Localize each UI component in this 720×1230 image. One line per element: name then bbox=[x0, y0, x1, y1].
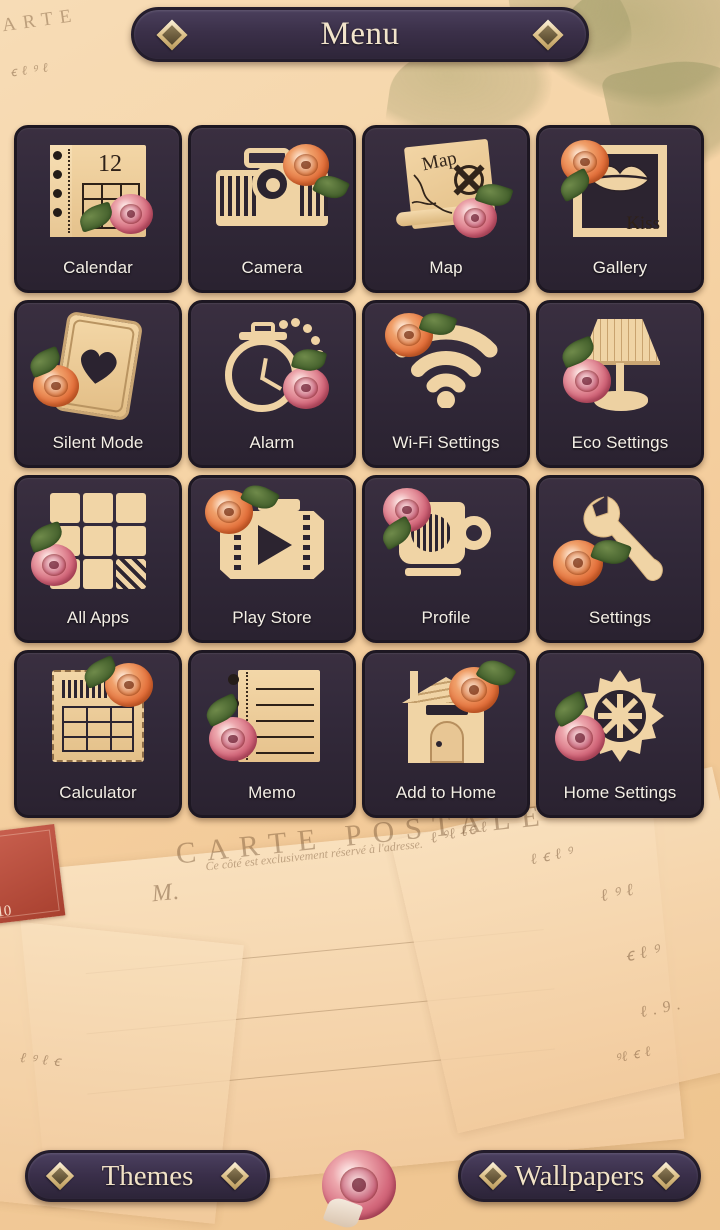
app-tile-eco-settings[interactable]: Eco Settings bbox=[536, 300, 704, 468]
app-tile-wifi-settings[interactable]: Wi-Fi Settings bbox=[362, 300, 530, 468]
gear-icon bbox=[539, 661, 701, 771]
coffee-mug-icon bbox=[365, 486, 527, 596]
app-label: Profile bbox=[421, 608, 471, 627]
app-tile-profile[interactable]: Profile bbox=[362, 475, 530, 643]
app-label: Silent Mode bbox=[52, 433, 144, 452]
wallpapers-label: Wallpapers bbox=[514, 1159, 645, 1192]
app-grid-icon bbox=[17, 486, 179, 596]
app-tile-alarm[interactable]: Alarm bbox=[188, 300, 356, 468]
calendar-day-badge: 12 bbox=[98, 151, 122, 177]
map-scroll-icon: Map bbox=[365, 136, 527, 246]
film-play-icon bbox=[191, 479, 353, 596]
app-label: Play Store bbox=[232, 608, 312, 627]
camera-icon bbox=[191, 136, 353, 246]
app-label: Memo bbox=[248, 783, 296, 802]
app-tile-home-settings[interactable]: Home Settings bbox=[536, 650, 704, 818]
diamond-ornament-icon bbox=[45, 1161, 75, 1191]
app-tile-map[interactable]: Map Map bbox=[362, 125, 530, 293]
rose-icon bbox=[322, 1150, 400, 1230]
wifi-icon bbox=[365, 308, 527, 421]
pocket-watch-icon bbox=[191, 311, 353, 421]
stamp-denomination: 10 bbox=[0, 902, 13, 921]
diamond-ornament-icon bbox=[478, 1161, 508, 1191]
app-tile-settings[interactable]: Settings bbox=[536, 475, 704, 643]
app-label: Home Settings bbox=[563, 783, 677, 802]
app-label: Eco Settings bbox=[571, 433, 669, 452]
app-grid: 12 Calendar Camera Map Map Kiss Gallery … bbox=[14, 125, 706, 818]
diamond-ornament-icon bbox=[532, 18, 564, 51]
heart-icon bbox=[80, 349, 117, 384]
app-label: Wi-Fi Settings bbox=[392, 433, 500, 452]
gallery-kiss-icon: Kiss bbox=[539, 136, 701, 246]
page-title: Menu bbox=[320, 16, 400, 52]
wrench-glyph-icon bbox=[583, 496, 663, 581]
wrench-icon bbox=[539, 486, 701, 596]
diamond-ornament-icon bbox=[651, 1161, 681, 1191]
app-label: Camera bbox=[241, 258, 303, 277]
app-tile-play-store[interactable]: Play Store bbox=[188, 475, 356, 643]
table-lamp-icon bbox=[539, 311, 701, 421]
app-tile-calendar[interactable]: 12 Calendar bbox=[14, 125, 182, 293]
house-icon bbox=[365, 654, 527, 771]
app-tile-camera[interactable]: Camera bbox=[188, 125, 356, 293]
app-label: Map bbox=[429, 258, 463, 277]
postage-stamp: 10 bbox=[0, 823, 66, 925]
page-title-bar: Menu bbox=[131, 7, 589, 62]
app-tile-gallery[interactable]: Kiss Gallery bbox=[536, 125, 704, 293]
lips-icon bbox=[590, 165, 650, 192]
app-tile-memo[interactable]: Memo bbox=[188, 650, 356, 818]
app-label: Calendar bbox=[63, 258, 133, 277]
gallery-kiss-badge: Kiss bbox=[626, 213, 660, 234]
app-tile-silent-mode[interactable]: Silent Mode bbox=[14, 300, 182, 468]
gear-glyph-icon bbox=[576, 670, 664, 762]
app-label: Settings bbox=[588, 608, 652, 627]
diamond-ornament-icon bbox=[156, 18, 188, 51]
app-label: All Apps bbox=[66, 608, 130, 627]
phone-heart-icon bbox=[17, 310, 179, 422]
app-tile-add-to-home[interactable]: Add to Home bbox=[362, 650, 530, 818]
app-label: Add to Home bbox=[395, 783, 497, 802]
diamond-ornament-icon bbox=[220, 1161, 250, 1191]
calculator-icon bbox=[17, 655, 179, 771]
themes-label: Themes bbox=[101, 1159, 194, 1192]
themes-button[interactable]: Themes bbox=[25, 1150, 270, 1202]
app-label: Gallery bbox=[592, 258, 648, 277]
calendar-icon: 12 bbox=[17, 136, 179, 246]
notepad-icon bbox=[191, 661, 353, 771]
postcard-address-prefix: M. bbox=[150, 878, 182, 908]
wallpapers-button[interactable]: Wallpapers bbox=[458, 1150, 701, 1202]
app-label: Calculator bbox=[59, 783, 137, 802]
app-label: Alarm bbox=[249, 433, 295, 452]
app-tile-calculator[interactable]: Calculator bbox=[14, 650, 182, 818]
app-tile-all-apps[interactable]: All Apps bbox=[14, 475, 182, 643]
